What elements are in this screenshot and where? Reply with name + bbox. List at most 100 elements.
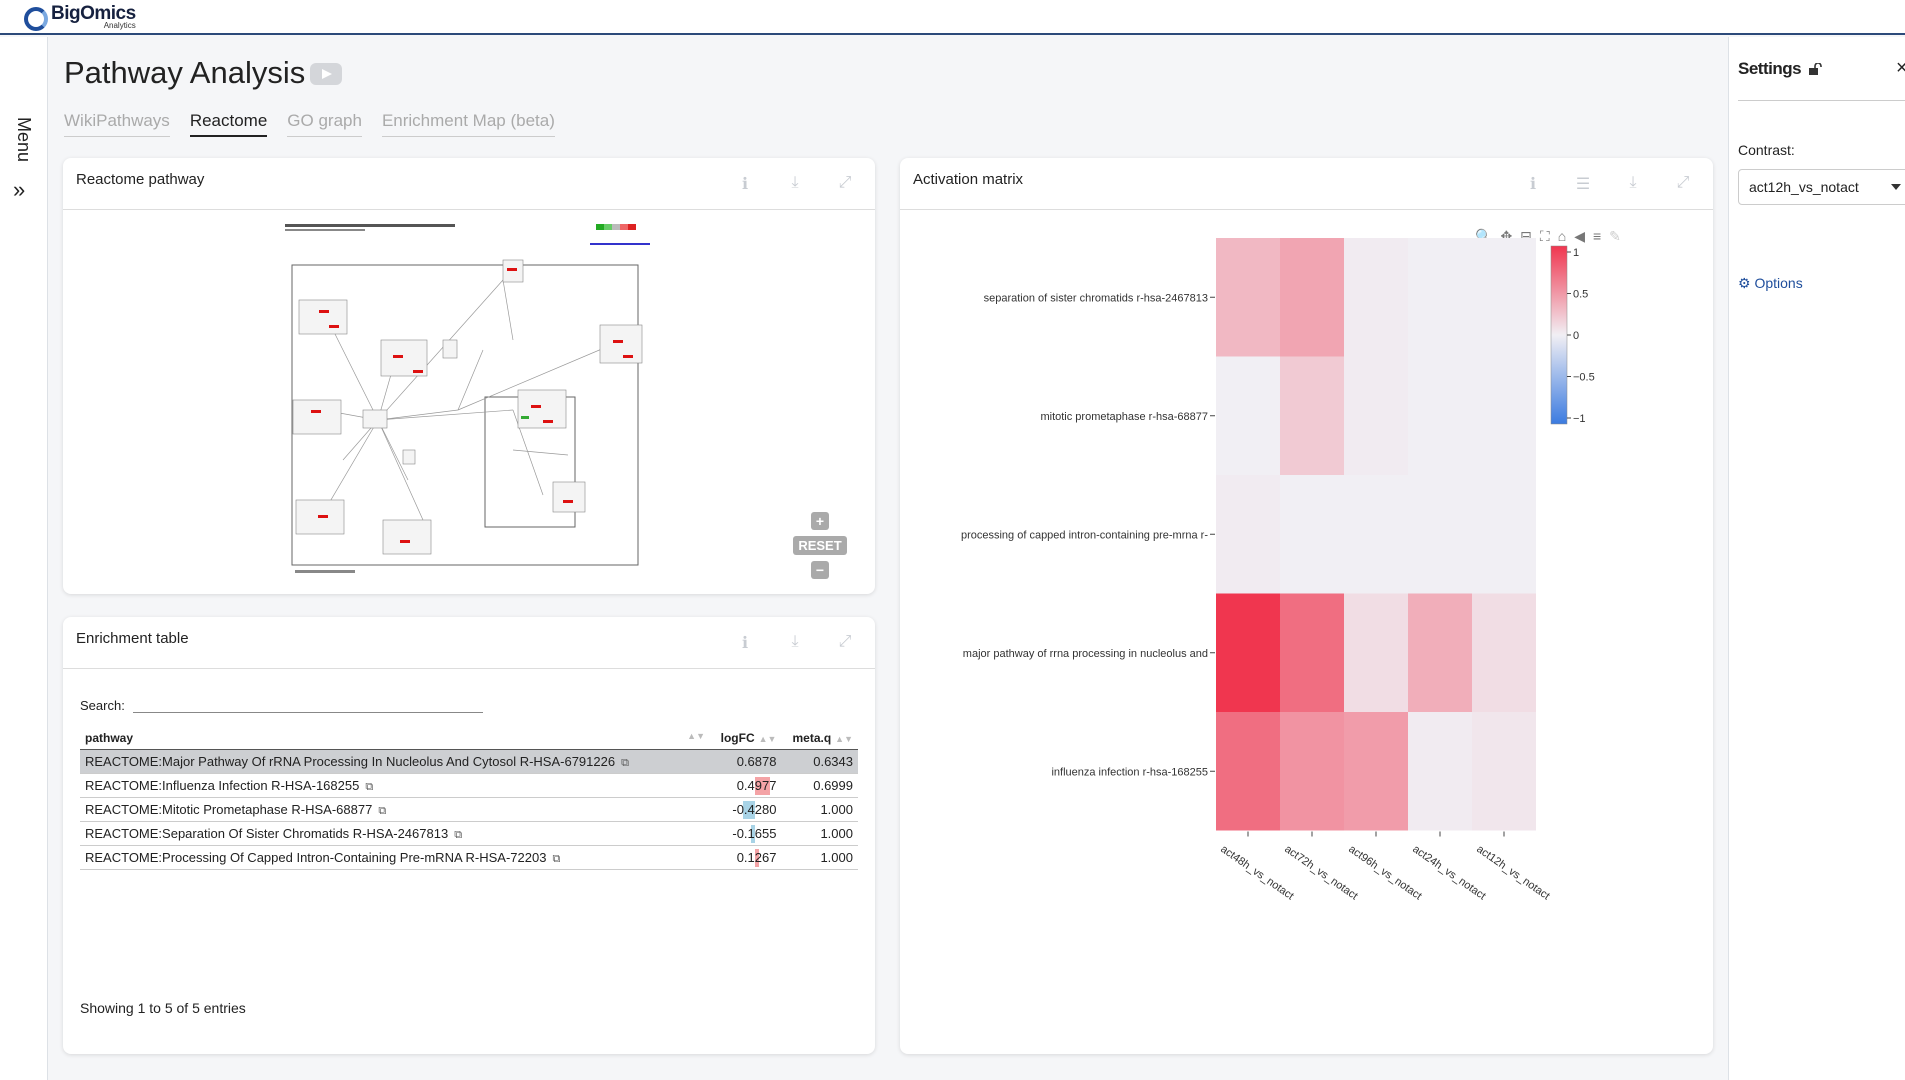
menu-rail[interactable]: Menu » xyxy=(0,37,48,1080)
expand-icon[interactable]: ⤢ xyxy=(833,174,857,194)
heatmap-cell[interactable] xyxy=(1408,356,1472,476)
zoom-out-button[interactable]: − xyxy=(811,561,829,579)
pathway-cell[interactable]: REACTOME:Major Pathway Of rRNA Processin… xyxy=(80,749,710,774)
pathway-cell[interactable]: REACTOME:Separation Of Sister Chromatids… xyxy=(80,821,710,846)
pathway-name: REACTOME:Separation Of Sister Chromatids… xyxy=(85,825,449,841)
column-header-logfc[interactable]: logFC ▲▼ xyxy=(710,728,782,750)
heatmap-cell[interactable] xyxy=(1344,238,1408,357)
expand-icon[interactable]: ⤢ xyxy=(833,633,857,653)
heatmap-cell[interactable] xyxy=(1408,238,1472,357)
heatmap-cell[interactable] xyxy=(1472,712,1536,831)
heatmap-cell[interactable] xyxy=(1472,238,1536,357)
external-link-icon[interactable]: ⧉ xyxy=(552,853,560,866)
metaq-cell: 0.6999 xyxy=(781,773,858,798)
expand-menu-icon[interactable]: » xyxy=(13,177,25,203)
pathway-diagram[interactable]: + RESET − xyxy=(63,210,875,594)
logfc-value: -0.4280 xyxy=(732,802,777,817)
table-row[interactable]: REACTOME:Mitotic Prometaphase R-HSA-6887… xyxy=(80,797,858,822)
settings-panel: Settings × Contrast: act12h_vs_notact ⚙ … xyxy=(1728,37,1905,1080)
contrast-label: Contrast: xyxy=(1738,142,1795,158)
reset-zoom-button[interactable]: RESET xyxy=(793,536,847,555)
info-icon[interactable]: ℹ xyxy=(733,174,757,194)
diagram-subtitle-line xyxy=(285,229,365,231)
heatmap-cell[interactable] xyxy=(1216,356,1280,476)
info-icon[interactable]: ℹ xyxy=(733,633,757,653)
divider xyxy=(1738,100,1905,101)
metaq-cell: 1.000 xyxy=(781,821,858,846)
unlock-icon[interactable] xyxy=(1808,63,1823,75)
search-input[interactable] xyxy=(132,685,483,713)
table-row[interactable]: REACTOME:Influenza Infection R-HSA-16825… xyxy=(80,773,858,798)
logfc-cell: -0.1655 xyxy=(710,821,782,846)
heatmap-cell[interactable] xyxy=(1280,712,1344,831)
close-icon[interactable]: × xyxy=(1896,57,1905,80)
heatmap-cell[interactable] xyxy=(1216,593,1280,713)
heatmap-cell[interactable] xyxy=(1344,712,1408,831)
heatmap-cell[interactable] xyxy=(1216,712,1280,831)
table-row[interactable]: REACTOME:Processing Of Capped Intron-Con… xyxy=(80,845,858,870)
heatmap-cell[interactable] xyxy=(1216,238,1280,357)
table-info: Showing 1 to 5 of 5 entries xyxy=(80,1000,246,1016)
external-link-icon[interactable]: ⧉ xyxy=(365,781,373,794)
tab-enrichment-map[interactable]: Enrichment Map (beta) xyxy=(381,111,555,137)
download-icon[interactable]: ⤓ xyxy=(783,174,807,194)
heatmap-cell[interactable] xyxy=(1472,593,1536,713)
heatmap-cell[interactable] xyxy=(1280,238,1344,357)
zoom-in-button[interactable]: + xyxy=(811,512,829,530)
heatmap-cell[interactable] xyxy=(1344,356,1408,476)
pathway-diagram-svg[interactable] xyxy=(63,210,875,594)
menu-label[interactable]: Menu xyxy=(13,117,34,162)
tab-go-graph[interactable]: GO graph xyxy=(287,111,362,137)
heatmap-cell[interactable] xyxy=(1408,712,1472,831)
sbgn-link[interactable] xyxy=(590,243,650,245)
heatmap-cell[interactable] xyxy=(1216,475,1280,594)
heatmap-cell[interactable] xyxy=(1472,356,1536,476)
brand-logo[interactable]: BigOmics Analytics xyxy=(24,4,136,31)
heatmap-row-label: major pathway of rrna processing in nucl… xyxy=(963,648,1208,660)
heatmap-cell[interactable] xyxy=(1344,593,1408,713)
column-header-pathway[interactable]: pathway ▲▼ xyxy=(80,728,710,750)
search-row: Search: xyxy=(80,685,483,713)
external-link-icon[interactable]: ⧉ xyxy=(378,805,386,818)
card-header: Reactome pathway ℹ ⤓ ⤢ xyxy=(63,158,875,210)
activation-heatmap[interactable]: separation of sister chromatids r-hsa-24… xyxy=(900,158,1713,1054)
heatmap-cell[interactable] xyxy=(1280,356,1344,476)
tab-bar: WikiPathways Reactome GO graph Enrichmen… xyxy=(64,111,555,137)
main-content: Pathway Analysis WikiPathways Reactome G… xyxy=(48,37,1728,1080)
table-row[interactable]: REACTOME:Separation Of Sister Chromatids… xyxy=(80,821,858,846)
options-link[interactable]: ⚙ Options xyxy=(1738,275,1803,292)
heatmap-cell[interactable] xyxy=(1408,475,1472,594)
pathway-cell[interactable]: REACTOME:Mitotic Prometaphase R-HSA-6887… xyxy=(80,797,710,822)
heatmap-cell[interactable] xyxy=(1472,475,1536,594)
page-title: Pathway Analysis xyxy=(64,55,306,90)
pathway-cell[interactable]: REACTOME:Influenza Infection R-HSA-16825… xyxy=(80,773,710,798)
enrichment-table: pathway ▲▼ logFC ▲▼ meta.q ▲▼ REACTOME:Majo… xyxy=(80,728,858,870)
gear-icon: ⚙ xyxy=(1738,275,1751,291)
colorbar-tick-label: −1 xyxy=(1573,413,1586,425)
external-link-icon[interactable]: ⧉ xyxy=(621,757,629,770)
tab-wikipathways[interactable]: WikiPathways xyxy=(64,111,170,137)
tab-reactome[interactable]: Reactome xyxy=(189,111,268,137)
pathway-name: REACTOME:Mitotic Prometaphase R-HSA-6887… xyxy=(85,801,373,817)
diagram-nodes xyxy=(292,259,643,555)
heatmap-cell[interactable] xyxy=(1280,475,1344,594)
chevron-down-icon xyxy=(1891,184,1901,190)
table-row[interactable]: REACTOME:Major Pathway Of rRNA Processin… xyxy=(80,749,858,774)
heatmap-row-label: influenza infection r-hsa-168255 xyxy=(1051,766,1208,778)
download-icon[interactable]: ⤓ xyxy=(783,633,807,653)
heatmap-cell[interactable] xyxy=(1408,593,1472,713)
heatmap-cell[interactable] xyxy=(1344,475,1408,594)
diagram-legend-gradient xyxy=(596,224,636,230)
pathway-cell[interactable]: REACTOME:Processing Of Capped Intron-Con… xyxy=(80,845,710,870)
column-header-metaq[interactable]: meta.q ▲▼ xyxy=(781,728,858,750)
options-label: Options xyxy=(1754,275,1803,291)
external-link-icon[interactable]: ⧉ xyxy=(454,829,462,842)
heatmap-cell[interactable] xyxy=(1280,593,1344,713)
logfc-cell: 0.6878 xyxy=(710,749,782,774)
top-bar: BigOmics Analytics xyxy=(0,0,1905,35)
card-title: Enrichment table xyxy=(76,630,189,647)
video-play-icon[interactable] xyxy=(310,63,342,85)
metaq-cell: 1.000 xyxy=(781,797,858,822)
pathway-name: REACTOME:Influenza Infection R-HSA-16825… xyxy=(85,777,360,793)
contrast-select[interactable]: act12h_vs_notact xyxy=(1738,169,1905,205)
